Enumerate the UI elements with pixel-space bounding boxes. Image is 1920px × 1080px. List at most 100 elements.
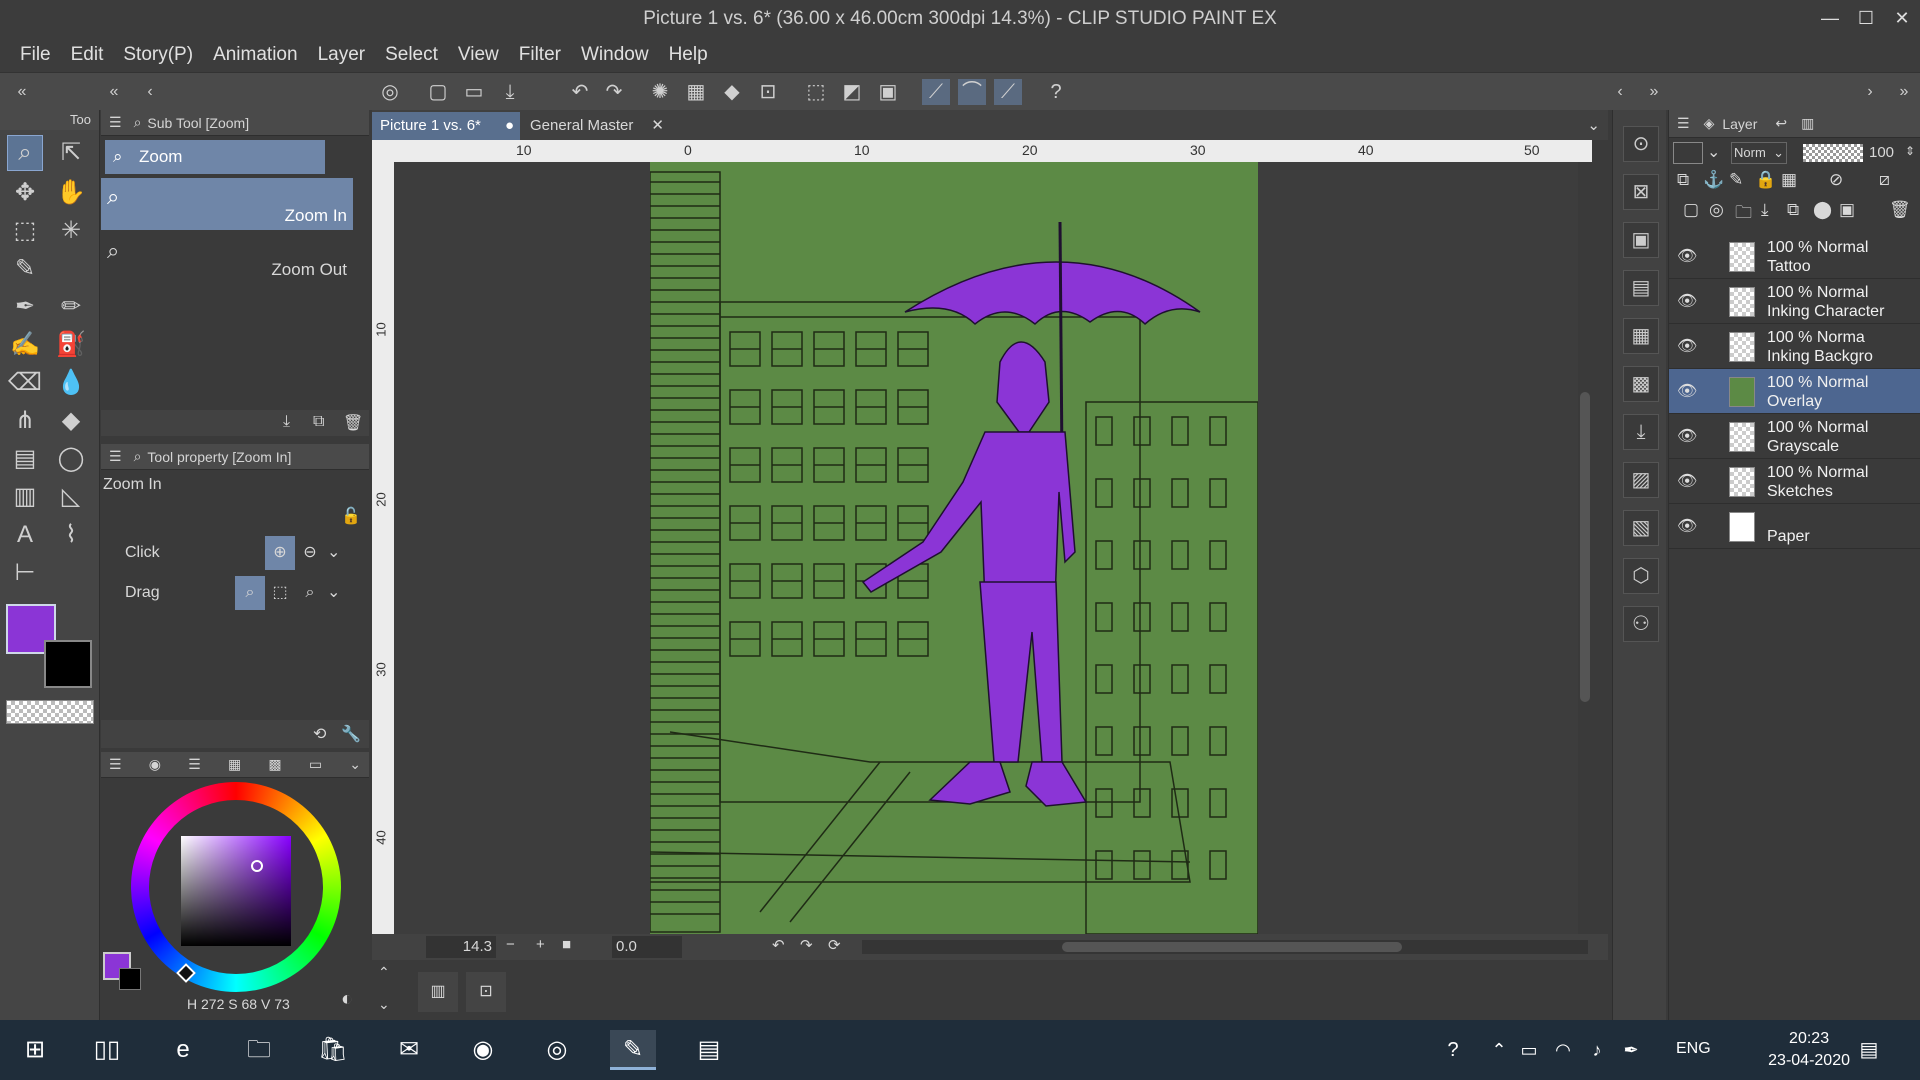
new-folder-icon[interactable]: 🗀 [1735, 200, 1752, 229]
zoom-tool-icon[interactable]: ⌕ [7, 135, 43, 171]
zoom-in-mode-icon[interactable]: ⊕ [265, 536, 295, 570]
sub-tool-zoom-in[interactable]: ⌕ Zoom In [101, 178, 353, 230]
lock-transparency-icon[interactable]: ▦ [1781, 170, 1797, 190]
layer-property-icon[interactable]: ▤ [1623, 270, 1659, 306]
eye-icon[interactable]: 👁 [1677, 246, 1697, 266]
hand-tool-icon[interactable]: ✋ [54, 176, 88, 210]
selection-tool-icon[interactable]: ⬚ [8, 214, 42, 248]
rotate-left-icon[interactable]: ↶ [772, 936, 785, 954]
merge-down-icon[interactable]: ⧉ [1787, 200, 1799, 220]
airbrush-icon[interactable]: ⛽ [54, 328, 88, 362]
timeline-icon[interactable]: ▥ [418, 972, 458, 1012]
auto-action-tab-icon[interactable]: ▥ [1801, 115, 1814, 132]
lock-icon[interactable]: 🔓 [341, 506, 361, 526]
rotate-right-icon[interactable]: ↷ [800, 936, 813, 954]
fit-screen-icon[interactable]: ■ [562, 936, 571, 953]
history-tab-icon[interactable]: ↩ [1775, 115, 1787, 132]
canvas-viewport[interactable] [394, 162, 1592, 934]
eyedropper-icon[interactable]: ✎ [8, 252, 42, 286]
mask-enable-icon[interactable]: ⊘ [1829, 170, 1843, 190]
lasso-zoom-icon[interactable]: ⌕ [297, 576, 323, 610]
fill-tool-icon[interactable]: ◆ [54, 404, 88, 438]
blend-tool-icon[interactable]: 💧 [54, 366, 88, 400]
new-vector-layer-icon[interactable]: ◎ [1709, 200, 1724, 220]
reset-rotation-icon[interactable]: ⟳ [828, 936, 841, 954]
layer-row[interactable]: 👁 100 % Normal Tattoo [1669, 234, 1920, 279]
menu-animation[interactable]: Animation [203, 44, 308, 66]
collapse-panel-icon[interactable]: « [100, 79, 128, 105]
close-icon[interactable]: ✕ [651, 112, 664, 140]
eraser-icon[interactable]: ⌫ [8, 366, 42, 400]
color-wheel-tab-icon[interactable]: ◉ [149, 756, 161, 773]
menu-icon[interactable]: ☰ [1677, 115, 1690, 132]
layer-row[interactable]: 👁 100 % Normal Overlay [1669, 369, 1920, 414]
magic-wand-icon[interactable]: ✳ [54, 214, 88, 248]
menu-edit[interactable]: Edit [61, 44, 114, 66]
figure-material-icon[interactable]: ⚇ [1623, 606, 1659, 642]
transform-icon[interactable]: ✺ [646, 79, 674, 105]
collapse-left-icon[interactable]: « [8, 79, 36, 105]
eye-icon[interactable]: 👁 [1677, 426, 1697, 446]
chevron-down-icon[interactable]: ⌄ [327, 576, 340, 610]
transfer-down-icon[interactable]: ⤓ [1761, 200, 1769, 220]
eye-icon[interactable]: 👁 [1677, 381, 1697, 401]
layer-row[interactable]: 👁 100 % Norma Inking Backgro [1669, 324, 1920, 369]
pen-input-icon[interactable]: ✒ [1608, 1030, 1654, 1070]
duplicate-subtool-icon[interactable]: ⧉ [313, 413, 324, 431]
layer-row[interactable]: 👁 100 % Normal Grayscale [1669, 414, 1920, 459]
color-set-tab-icon[interactable]: ▦ [228, 756, 241, 773]
text-tool-icon[interactable]: A [8, 518, 42, 552]
menu-story[interactable]: Story(P) [113, 44, 203, 66]
balloon-tool-icon[interactable]: ⌇ [54, 518, 88, 552]
firefox-icon[interactable]: ◉ [460, 1030, 506, 1070]
zoom-out-icon[interactable]: − [506, 936, 515, 953]
3d-material-icon[interactable]: ⬡ [1623, 558, 1659, 594]
zoom-in-icon[interactable]: + [536, 936, 545, 953]
rect-zoom-icon[interactable]: ⬚ [267, 576, 293, 610]
layer-color-box[interactable] [1673, 142, 1703, 164]
snap-special-ruler-icon[interactable]: ⌒ [958, 79, 986, 105]
sub-color-swatch[interactable] [44, 640, 92, 688]
help-icon[interactable]: ? [1430, 1030, 1476, 1070]
file-explorer-icon[interactable]: 🗀 [236, 1030, 282, 1070]
scrub-zoom-icon[interactable]: ⌕ [235, 576, 265, 610]
ruler-range-icon[interactable]: ⧄ [1879, 170, 1890, 190]
chevron-right-icon[interactable]: › [1856, 79, 1884, 105]
delete-layer-icon[interactable]: 🗑 [1889, 200, 1911, 220]
start-icon[interactable]: ⊞ [12, 1030, 58, 1070]
minimize-icon[interactable]: — [1812, 0, 1848, 38]
frame-tool-icon[interactable]: ▥ [8, 480, 42, 514]
create-mask-icon[interactable]: ⬤ [1813, 200, 1832, 220]
chevron-down-icon[interactable]: ⌄ [327, 536, 340, 570]
tab-general-master[interactable]: General Master ✕ [522, 112, 670, 140]
selection-launcher-icon[interactable]: ▦ [682, 79, 710, 105]
item-bank-icon[interactable]: ▣ [1623, 222, 1659, 258]
eye-icon[interactable]: 👁 [1677, 291, 1697, 311]
clip-studio-launcher-icon[interactable]: ◎ [534, 1030, 580, 1070]
scrollbar-thumb[interactable] [1580, 392, 1590, 702]
opacity-stepper-icon[interactable]: ⇕ [1905, 144, 1915, 158]
color-mode-icon[interactable]: ◐ [341, 988, 353, 1011]
input-language[interactable]: ENG [1676, 1040, 1711, 1058]
color-history-tab-icon[interactable]: ▭ [309, 756, 322, 773]
delete-subtool-icon[interactable]: 🗑 [343, 413, 363, 433]
chevron-down-icon[interactable]: ⌄ [378, 996, 390, 1013]
canvas-artwork[interactable] [650, 162, 1258, 934]
gradient-tool-icon[interactable]: ▤ [8, 442, 42, 476]
sub-tool-group-tab[interactable]: ⌕ Zoom [105, 140, 325, 174]
color-slider-tab-icon[interactable]: ☰ [188, 756, 201, 773]
menu-icon[interactable]: ☰ [109, 114, 122, 131]
redo-icon[interactable]: ↷ [600, 79, 628, 105]
decoration-tool-icon[interactable]: ⋔ [8, 404, 42, 438]
download-material-icon[interactable]: ⤓ [1623, 414, 1659, 450]
reference-layer-icon[interactable]: ⚓ [1703, 170, 1724, 190]
menu-filter[interactable]: Filter [509, 44, 571, 66]
menu-icon[interactable]: ☰ [109, 756, 122, 773]
collapse-right-icon[interactable]: » [1890, 79, 1918, 105]
notifications-icon[interactable]: ▤ [1846, 1030, 1892, 1070]
chevron-down-icon[interactable]: ⌄ [349, 756, 361, 773]
undo-icon[interactable]: ↶ [566, 79, 594, 105]
reset-icon[interactable]: ⟲ [313, 724, 326, 744]
open-file-icon[interactable]: ▭ [460, 79, 488, 105]
system-clock[interactable]: 20:23 23-04-2020 [1768, 1028, 1850, 1072]
